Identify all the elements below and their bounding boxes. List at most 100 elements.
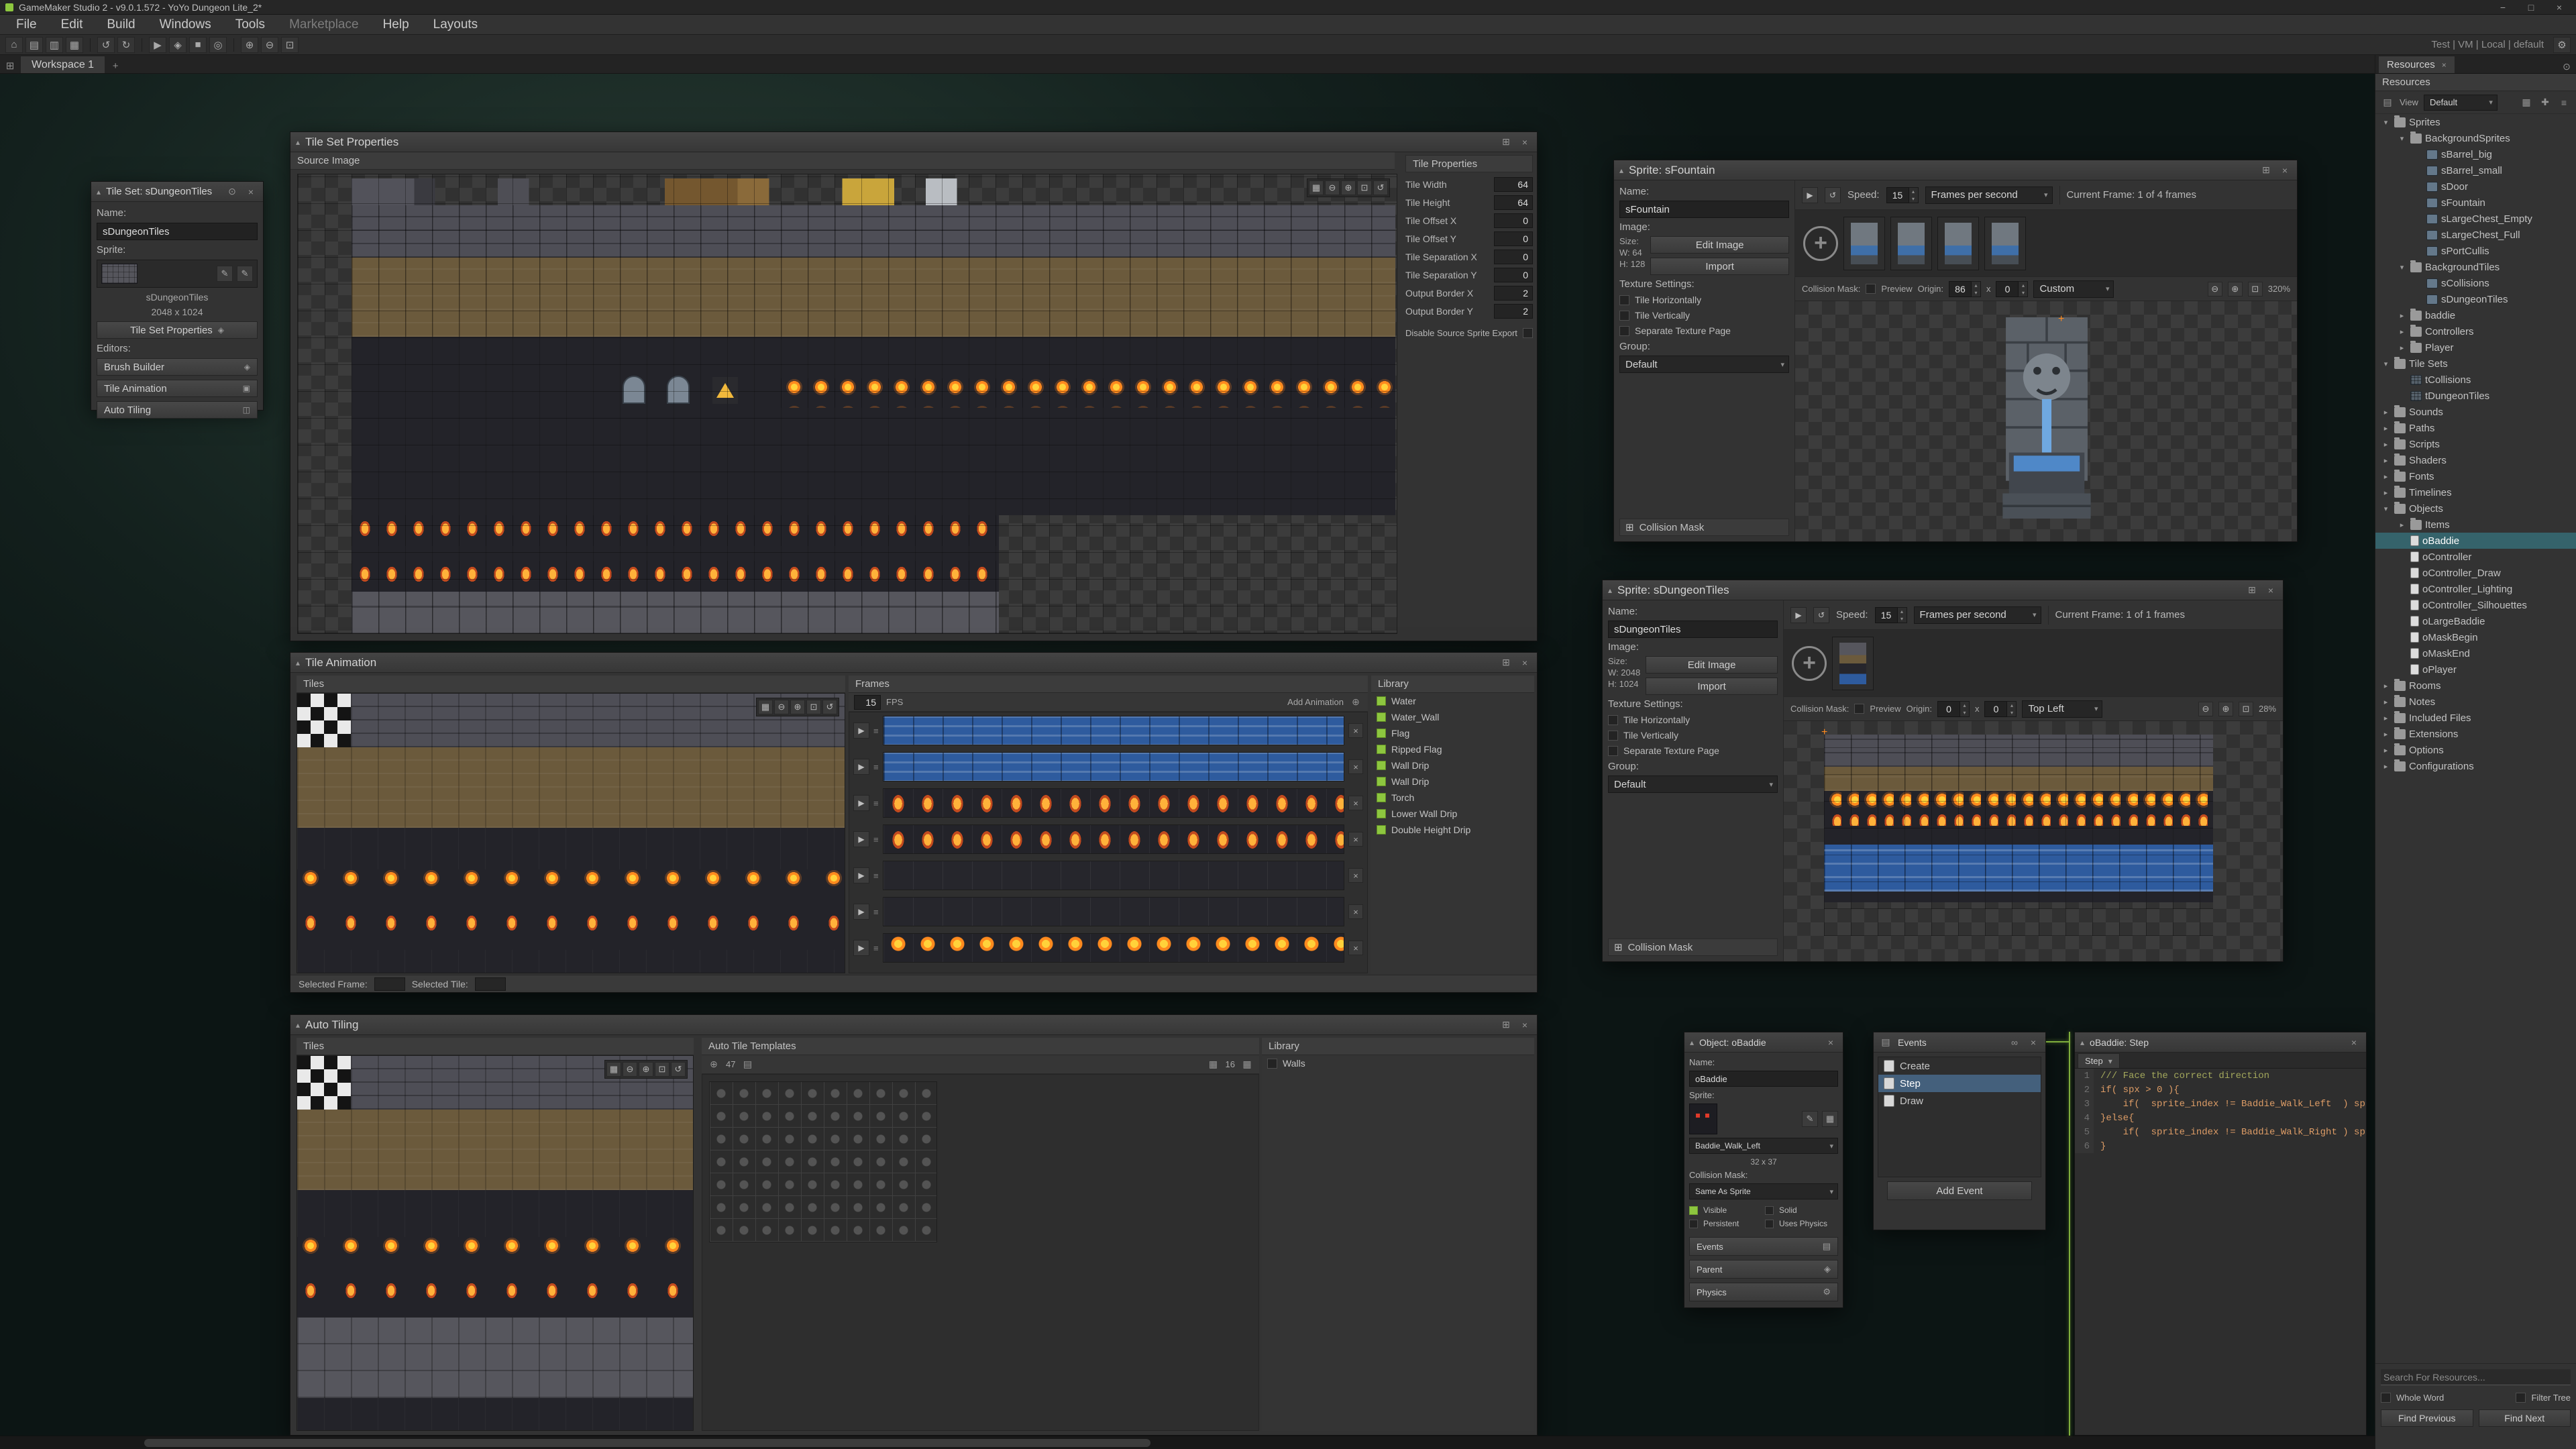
- sprite-name-input[interactable]: sFountain: [1619, 201, 1789, 218]
- edit-sprite-icon[interactable]: ✎: [1802, 1111, 1818, 1127]
- animation-frames-strip[interactable]: [883, 716, 1344, 745]
- tree-row[interactable]: oMaskEnd: [2375, 645, 2576, 661]
- tab-workspace-1[interactable]: Workspace 1: [20, 56, 105, 73]
- tree-expand-icon[interactable]: ▸: [2381, 682, 2391, 690]
- grid16-right-icon[interactable]: ▦: [1240, 1058, 1254, 1071]
- zoom-out-icon[interactable]: ⊖: [774, 700, 789, 714]
- disable-export-checkbox[interactable]: [1523, 328, 1533, 338]
- add-frame-icon[interactable]: +: [1792, 646, 1827, 681]
- sprite-frame-thumb[interactable]: [1984, 217, 2026, 270]
- template-page-icon[interactable]: ▤: [741, 1058, 754, 1071]
- source-image-canvas[interactable]: ▦ ⊖ ⊕ ⊡ ↺: [297, 174, 1397, 634]
- zoom-in-icon[interactable]: ⊕: [2228, 282, 2243, 297]
- loop-icon[interactable]: ↺: [1825, 187, 1841, 203]
- tile-property-input[interactable]: 64: [1494, 195, 1533, 210]
- tree-expand-icon[interactable]: ▸: [2381, 488, 2391, 497]
- menu-item[interactable]: Windows: [148, 15, 223, 35]
- checkbox[interactable]: [1608, 731, 1618, 741]
- tree-row[interactable]: ▸ Player: [2375, 339, 2576, 356]
- whole-word-checkbox-row[interactable]: Whole Word: [2381, 1391, 2444, 1404]
- play-icon[interactable]: ▶: [1802, 187, 1818, 203]
- library-item[interactable]: Torch: [1371, 790, 1534, 806]
- tree-row[interactable]: sDungeonTiles: [2375, 291, 2576, 307]
- debug-icon[interactable]: ◈: [169, 37, 186, 53]
- checkbox[interactable]: [1765, 1206, 1774, 1215]
- open-project-icon[interactable]: ▥: [46, 37, 63, 53]
- zoom-reset-icon[interactable]: ↺: [822, 700, 837, 714]
- scrollbar-thumb[interactable]: [144, 1439, 1150, 1447]
- checkbox[interactable]: [1689, 1206, 1698, 1215]
- collapse-icon[interactable]: ▴: [1619, 166, 1623, 175]
- redo-icon[interactable]: ↻: [117, 37, 135, 53]
- tree-row[interactable]: ▸ Controllers: [2375, 323, 2576, 339]
- animation-row[interactable]: ▶ ≡ ×: [849, 712, 1367, 749]
- auto-tiling-header[interactable]: ▴ Auto Tiling ⊞ ×: [290, 1015, 1537, 1035]
- zoom-reset-icon[interactable]: ↺: [1373, 180, 1388, 195]
- zoom-fit-icon[interactable]: ⊡: [2239, 702, 2253, 716]
- tree-expand-icon[interactable]: ▸: [2381, 424, 2391, 433]
- delete-animation-icon[interactable]: ×: [1348, 941, 1363, 955]
- tile-property-input[interactable]: 0: [1494, 231, 1533, 246]
- collision-mask-expander[interactable]: ⊞ Collision Mask: [1608, 938, 1778, 956]
- close-icon[interactable]: ×: [1518, 1018, 1532, 1032]
- menu-item[interactable]: Build: [95, 15, 147, 35]
- tileset-name-input[interactable]: sDungeonTiles: [97, 223, 258, 240]
- tree-row[interactable]: ▾ BackgroundSprites: [2375, 130, 2576, 146]
- float-icon[interactable]: ⊞: [1499, 136, 1513, 149]
- tree-expand-icon[interactable]: ▸: [2381, 730, 2391, 739]
- tree-row[interactable]: ▸ baddie: [2375, 307, 2576, 323]
- dock-menu-icon[interactable]: ≡: [2557, 96, 2571, 109]
- collapse-icon[interactable]: ▴: [1608, 586, 1612, 595]
- checkbox[interactable]: [1619, 295, 1629, 305]
- fps-input[interactable]: 15: [854, 695, 881, 710]
- tree-row[interactable]: ▸ Options: [2375, 742, 2576, 758]
- delete-animation-icon[interactable]: ×: [1348, 832, 1363, 847]
- close-icon[interactable]: ×: [1518, 136, 1532, 149]
- speed-unit-dropdown[interactable]: Frames per second ▾: [1925, 186, 2053, 204]
- filter-tree-checkbox-row[interactable]: Filter Tree: [2516, 1391, 2571, 1404]
- texture-checkbox-row[interactable]: Tile Horizontally: [1619, 293, 1789, 307]
- menu-item[interactable]: Marketplace: [277, 15, 371, 35]
- delete-animation-icon[interactable]: ×: [1348, 868, 1363, 883]
- tree-expand-icon[interactable]: ▸: [2381, 762, 2391, 771]
- drag-handle-icon[interactable]: ≡: [873, 726, 879, 736]
- new-project-icon[interactable]: ▤: [25, 37, 43, 53]
- chain-link-icon[interactable]: ∞: [2008, 1036, 2021, 1049]
- tree-expand-icon[interactable]: ▸: [2381, 408, 2391, 417]
- speed-unit-dropdown[interactable]: Frames per second ▾: [1914, 606, 2041, 624]
- tree-expand-icon[interactable]: ▸: [2381, 746, 2391, 755]
- add-animation-icon[interactable]: ⊕: [1349, 696, 1362, 709]
- tree-row[interactable]: oMaskBegin: [2375, 629, 2576, 645]
- sprite-frame-thumb[interactable]: [1832, 637, 1874, 690]
- close-tab-icon[interactable]: ×: [2442, 60, 2447, 70]
- close-icon[interactable]: ×: [244, 185, 258, 199]
- library-item[interactable]: Wall Drip: [1371, 773, 1534, 790]
- tree-row[interactable]: ▾ Objects: [2375, 500, 2576, 517]
- zoom-in-icon[interactable]: ⊕: [1341, 180, 1356, 195]
- zoom-in-icon[interactable]: ⊕: [241, 37, 258, 53]
- tile-property-input[interactable]: 0: [1494, 213, 1533, 228]
- tree-expand-icon[interactable]: ▾: [2397, 134, 2407, 143]
- tree-expand-icon[interactable]: ▸: [2397, 521, 2407, 529]
- delete-animation-icon[interactable]: ×: [1348, 796, 1363, 810]
- tree-expand-icon[interactable]: ▸: [2397, 311, 2407, 320]
- collision-mask-expander[interactable]: ⊞ Collision Mask: [1619, 519, 1789, 536]
- add-frame-icon[interactable]: +: [1803, 226, 1838, 261]
- group-dropdown[interactable]: Default ▾: [1608, 775, 1778, 793]
- zoom-out-icon[interactable]: ⊖: [623, 1062, 637, 1077]
- save-icon[interactable]: ▦: [66, 37, 83, 53]
- tree-row[interactable]: ▾ BackgroundTiles: [2375, 259, 2576, 275]
- auto-tiles-canvas[interactable]: ▦ ⊖ ⊕ ⊡ ↺: [297, 1055, 694, 1431]
- animation-row[interactable]: ▶ ≡ ×: [849, 821, 1367, 857]
- tileset-inspector-header[interactable]: ▴ Tile Set: sDungeonTiles ⊙ ×: [91, 182, 263, 202]
- texture-checkbox-row[interactable]: Separate Texture Page: [1608, 744, 1778, 757]
- tree-row[interactable]: tCollisions: [2375, 372, 2576, 388]
- run-icon[interactable]: ▶: [149, 37, 166, 53]
- code-area[interactable]: 1 /// Face the correct direction 2 if( s…: [2075, 1069, 2366, 1435]
- object-section-button[interactable]: Physics ⚙: [1689, 1283, 1838, 1301]
- tree-row[interactable]: tDungeonTiles: [2375, 388, 2576, 404]
- event-item[interactable]: Step: [1878, 1075, 2041, 1092]
- group-dropdown[interactable]: Default ▾: [1619, 356, 1789, 373]
- checkbox[interactable]: [1608, 746, 1618, 756]
- library-item[interactable]: Ripped Flag: [1371, 741, 1534, 757]
